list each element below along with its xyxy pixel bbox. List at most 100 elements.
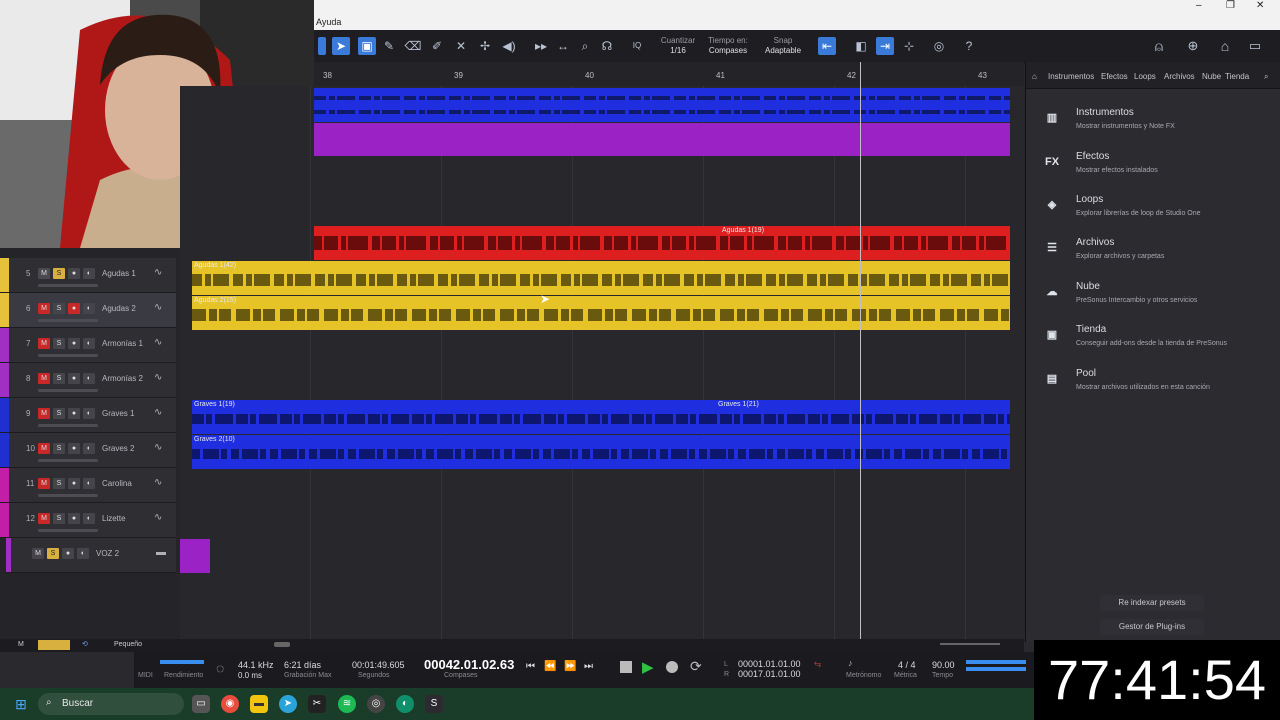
follow-icon[interactable]: ⇥ — [876, 37, 894, 55]
zoom-icon[interactable]: ⌕ — [576, 37, 594, 55]
monitor-icon[interactable]: ◐ — [83, 268, 95, 279]
timebase-select[interactable]: Compases — [702, 46, 754, 55]
automation-icon[interactable]: ∿ — [154, 267, 162, 278]
quantize-select[interactable]: 1/16 — [654, 46, 702, 55]
record-arm-icon[interactable]: ● — [68, 373, 80, 384]
automation-icon[interactable]: ∿ — [154, 442, 162, 453]
zoom-slider[interactable] — [940, 643, 1000, 645]
track-row[interactable]: 9 M S ● ◐ Graves 1 ∿ — [0, 398, 176, 433]
solo-button[interactable]: S — [53, 268, 65, 279]
mute-button[interactable]: M — [38, 408, 50, 419]
clip-red[interactable]: Agudas 1(19) — [314, 226, 1010, 260]
loop-right[interactable]: 00017.01.01.00 — [738, 669, 801, 679]
loop-left[interactable]: 00001.01.01.00 — [738, 659, 801, 669]
automation-icon[interactable]: ∿ — [154, 302, 162, 313]
minimize-button[interactable]: – — [1196, 0, 1202, 11]
solo-button[interactable]: S — [53, 513, 65, 524]
solo-button[interactable]: S — [47, 548, 59, 559]
capcut-icon[interactable]: ✂ — [308, 695, 326, 713]
restore-button[interactable]: ❐ — [1226, 0, 1235, 11]
view-icon[interactable]: ▭ — [1246, 37, 1264, 55]
tempo-value[interactable]: 90.00 — [932, 660, 955, 670]
mute-button[interactable]: M — [38, 443, 50, 454]
track-row[interactable]: 12 M S ● ◐ Lizette ∿ — [0, 503, 176, 538]
tab-nube[interactable]: Nube — [1202, 72, 1221, 81]
cursor-follow-icon[interactable]: ⊹ — [900, 37, 918, 55]
browser-item-loops[interactable]: ◈ Loops Explorar librerías de loop de St… — [1038, 191, 1278, 233]
seconds-display[interactable]: 00:01:49.605 — [352, 660, 405, 670]
track-name[interactable]: Graves 1 — [102, 409, 134, 418]
timeline-ruler[interactable]: 38 39 40 41 42 43 — [314, 62, 1024, 87]
split-tool-icon[interactable]: ✎ — [380, 37, 398, 55]
user-icon[interactable]: ⍝ — [1150, 37, 1168, 55]
studio-one-icon[interactable]: S — [425, 695, 443, 713]
track-size-select[interactable]: Pequeño — [114, 641, 142, 648]
mute-tool-icon[interactable]: ✕ — [452, 37, 470, 55]
split-view-icon[interactable]: ◧ — [852, 37, 870, 55]
help-button[interactable]: ? — [960, 37, 978, 55]
forward-end-icon[interactable]: ⏭ — [584, 661, 593, 672]
track-name[interactable]: Carolina — [102, 479, 132, 488]
link-icon[interactable]: ⟲ — [82, 640, 88, 648]
tab-efectos[interactable]: Efectos — [1101, 72, 1128, 81]
mute-button[interactable]: M — [32, 548, 44, 559]
close-button[interactable]: ✕ — [1256, 0, 1264, 11]
track-name[interactable]: Armonías 2 — [102, 374, 143, 383]
rewind-icon[interactable]: ⏪ — [544, 661, 556, 672]
auto-scroll-icon[interactable]: ▸▸ — [532, 37, 550, 55]
folder-icon[interactable]: ▬ — [156, 547, 166, 558]
record-arm-icon[interactable]: ● — [68, 443, 80, 454]
automation-icon[interactable]: ∿ — [154, 372, 162, 383]
record-arm-icon[interactable]: ● — [68, 338, 80, 349]
clip-blue-2[interactable]: Graves 2(10) — [192, 435, 1010, 469]
monitor-icon[interactable]: ◐ — [83, 408, 95, 419]
track-name[interactable]: VOZ 2 — [96, 549, 119, 558]
horizontal-scrollbar[interactable] — [274, 642, 290, 647]
track-row[interactable]: 7 M S ● ◐ Armonías 1 ∿ — [0, 328, 176, 363]
timing-icon[interactable]: ◎ — [930, 37, 948, 55]
solo-button[interactable]: S — [53, 408, 65, 419]
paint-tool-icon[interactable]: ✐ — [428, 37, 446, 55]
eraser-tool-icon[interactable]: ⌫ — [404, 37, 422, 55]
automation-icon[interactable]: ∿ — [154, 337, 162, 348]
track-row[interactable]: 11 M S ● ◐ Carolina ∿ — [0, 468, 176, 503]
obs-icon[interactable]: ◎ — [367, 695, 385, 713]
range-tool-icon[interactable]: ▣ — [358, 37, 376, 55]
record-button[interactable] — [666, 661, 678, 673]
tab-tienda[interactable]: Tienda — [1225, 72, 1249, 81]
volume-fader[interactable] — [38, 494, 98, 497]
solo-button[interactable]: S — [53, 443, 65, 454]
record-arm-icon[interactable]: ● — [62, 548, 74, 559]
track-name[interactable]: Armonías 1 — [102, 339, 143, 348]
track-row[interactable]: 8 M S ● ◐ Armonías 2 ∿ — [0, 363, 176, 398]
solo-button[interactable]: S — [53, 338, 65, 349]
automation-icon[interactable]: ∿ — [154, 477, 162, 488]
forward-icon[interactable]: ⏩ — [564, 661, 576, 672]
clip-purple-top[interactable] — [314, 123, 1010, 156]
volume-fader[interactable] — [38, 459, 98, 462]
stop-button[interactable] — [620, 661, 632, 673]
plugin-manager-button[interactable]: Gestor de Plug-ins — [1100, 619, 1204, 635]
metronome-icon[interactable]: ♪ — [848, 658, 853, 668]
tab-instrumentos[interactable]: Instrumentos — [1048, 72, 1094, 81]
file-explorer-icon[interactable]: ▬ — [250, 695, 268, 713]
spotify-icon[interactable]: ≋ — [338, 695, 356, 713]
solo-button[interactable]: S — [53, 478, 65, 489]
punch-icon[interactable]: ⥃ — [814, 658, 821, 669]
track-row[interactable]: 5 M S ● ◐ Agudas 1 ∿ — [0, 258, 176, 293]
automation-icon[interactable]: ∿ — [154, 407, 162, 418]
edge-icon[interactable]: ◐ — [396, 695, 414, 713]
telegram-icon[interactable]: ➤ — [279, 695, 297, 713]
tab-archivos[interactable]: Archivos — [1164, 72, 1195, 81]
track-name[interactable]: Agudas 2 — [102, 304, 136, 313]
arrange-view[interactable]: Agudas 1(19) Agudas 1(42) Agudas 2(15) G… — [180, 86, 1025, 639]
performance-icon[interactable]: ◌ — [216, 660, 224, 676]
record-arm-icon[interactable]: ● — [68, 303, 80, 314]
monitor-icon[interactable]: ◐ — [83, 303, 95, 314]
browser-item-pool[interactable]: ▤ Pool Mostrar archivos utilizados en es… — [1038, 365, 1278, 407]
home-tab-icon[interactable]: ⌂ — [1032, 72, 1037, 81]
monitor-icon[interactable]: ◐ — [83, 478, 95, 489]
position-display[interactable]: 00042.01.02.63 — [424, 657, 514, 672]
windows-start-icon[interactable]: ⊞ — [12, 695, 30, 713]
monitor-icon[interactable]: ◐ — [83, 373, 95, 384]
